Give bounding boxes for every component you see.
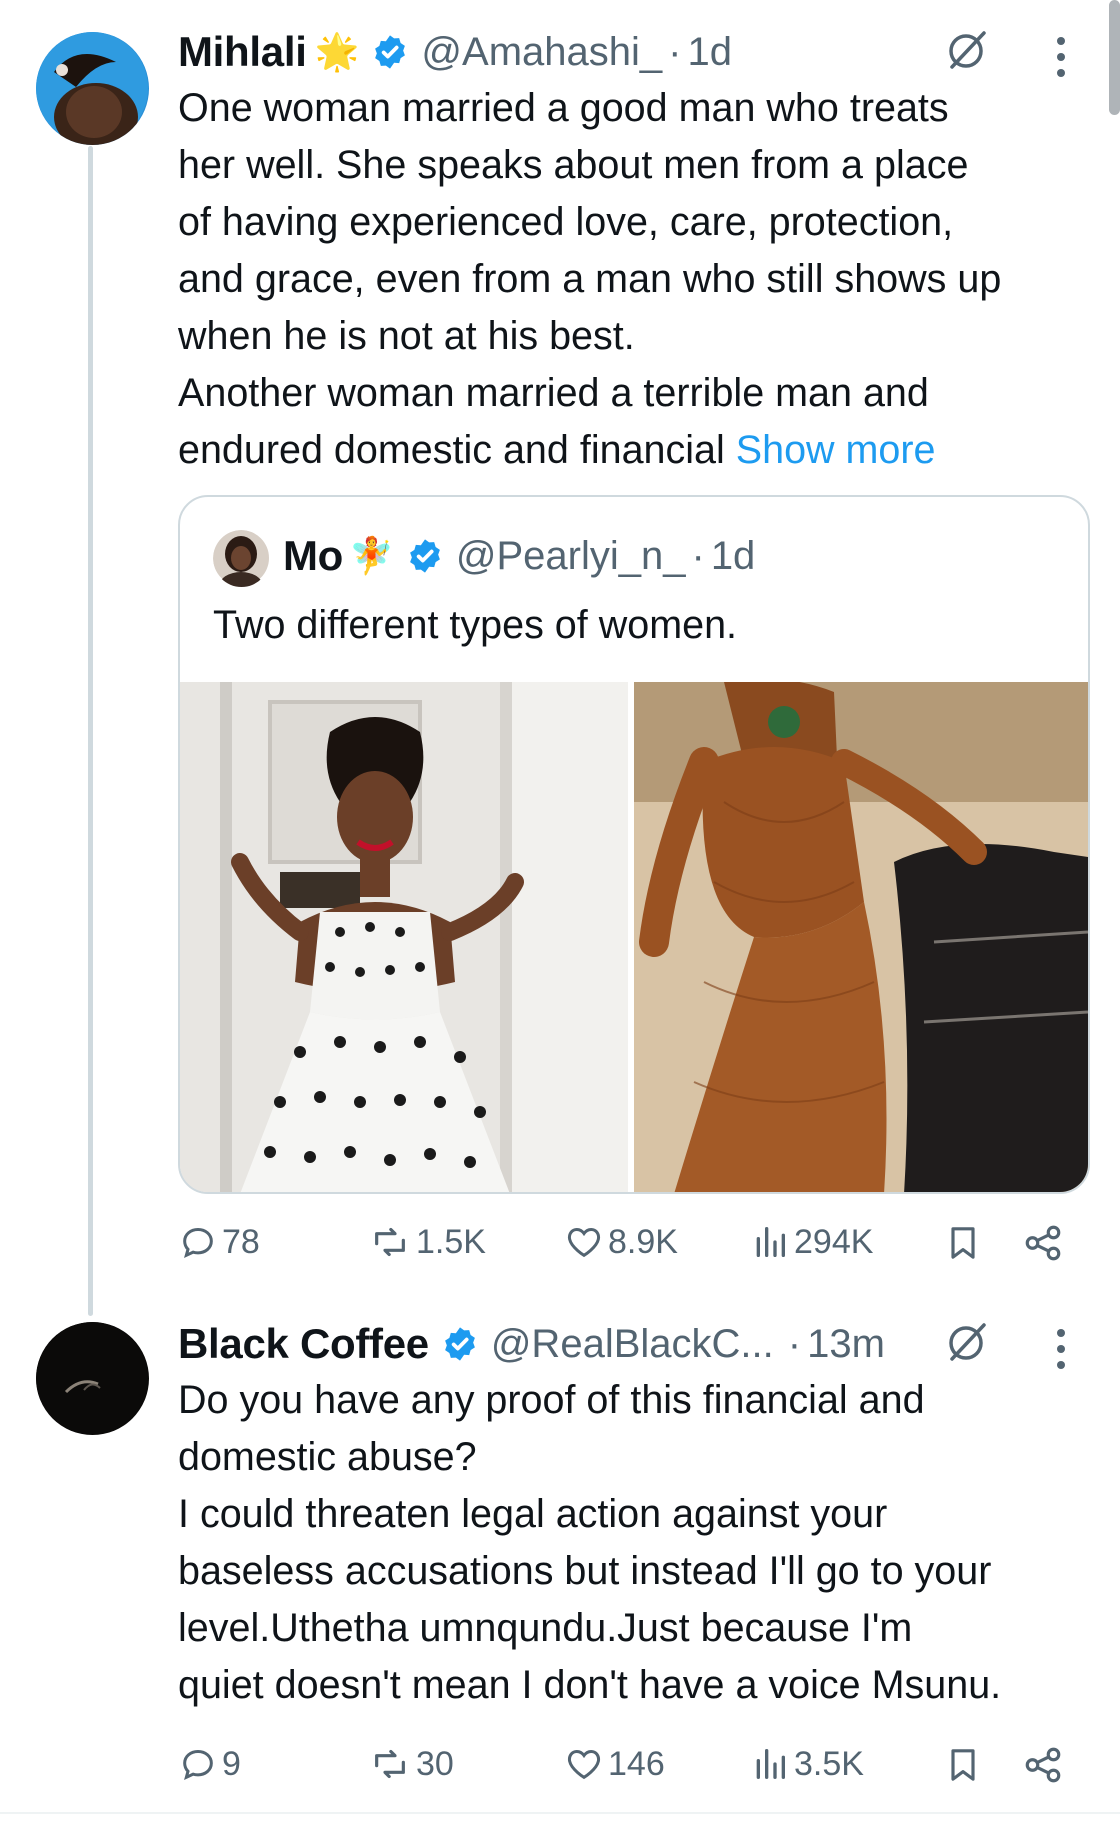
repost-count: 30 <box>416 1744 454 1783</box>
thread-connector-line <box>88 146 93 1316</box>
quote-timestamp[interactable]: 1d <box>711 534 756 579</box>
views-icon <box>756 1749 785 1779</box>
verified-badge-icon <box>444 1327 475 1361</box>
tweet1-header: Mihlali 🌟 @Amahashi_ · 1d <box>178 26 732 78</box>
views-button[interactable]: 3.5K <box>750 1744 864 1784</box>
tweet2-header: Black Coffee @RealBlackC... · 13m <box>178 1318 885 1370</box>
grok-icon[interactable] <box>944 1319 990 1365</box>
tweet-body: One woman married a good man who treats … <box>178 86 1002 472</box>
show-more-link[interactable]: Show more <box>736 428 936 472</box>
quote-avatar[interactable] <box>213 530 270 587</box>
views-count: 3.5K <box>794 1744 864 1783</box>
share-icon[interactable] <box>1022 1744 1064 1786</box>
repost-button[interactable]: 1.5K <box>368 1222 486 1262</box>
like-button[interactable]: 146 <box>564 1744 665 1784</box>
quote-author-handle[interactable]: @Pearlyi_n_ <box>456 534 686 579</box>
quote-image-left[interactable] <box>180 682 628 1192</box>
more-options-icon[interactable] <box>1057 1329 1067 1369</box>
tweet2-text: Do you have any proof of this financial … <box>178 1378 1002 1707</box>
divider <box>0 1812 1120 1814</box>
repost-count: 1.5K <box>416 1222 486 1261</box>
reply-count: 78 <box>222 1222 260 1261</box>
separator-dot: · <box>691 533 705 578</box>
timestamp[interactable]: 1d <box>687 30 732 75</box>
verified-badge-icon <box>409 539 440 573</box>
author-handle[interactable]: @Amahashi_ <box>421 30 662 75</box>
like-icon <box>567 1227 601 1258</box>
quote-name-emoji: 🧚 <box>349 535 394 576</box>
author-name[interactable]: Black Coffee <box>178 1320 429 1368</box>
avatar[interactable] <box>36 32 149 145</box>
quote-text: Two different types of women. <box>213 603 738 647</box>
like-button[interactable]: 8.9K <box>564 1222 678 1262</box>
views-button[interactable]: 294K <box>750 1222 873 1262</box>
repost-icon <box>375 1227 405 1257</box>
quote-image-right[interactable] <box>634 682 1088 1192</box>
reply-icon <box>183 1227 213 1259</box>
author-handle[interactable]: @RealBlackC... <box>491 1322 774 1367</box>
reply-count: 9 <box>222 1744 241 1783</box>
name-emoji: 🌟 <box>314 31 360 72</box>
quote-author-name[interactable]: Mo <box>283 532 343 580</box>
verified-badge-icon <box>375 35 406 69</box>
grok-icon[interactable] <box>944 27 990 73</box>
reply-button[interactable]: 9 <box>178 1744 241 1784</box>
like-icon <box>567 1749 601 1780</box>
quoted-tweet-card[interactable]: Mo 🧚 @Pearlyi_n_ · 1d Two different type… <box>178 495 1090 1194</box>
bookmark-icon[interactable] <box>943 1222 983 1264</box>
views-count: 294K <box>794 1222 874 1261</box>
views-icon <box>756 1227 785 1257</box>
reply-button[interactable]: 78 <box>178 1222 260 1262</box>
quote-header: Mo 🧚 @Pearlyi_n_ · 1d <box>283 530 755 582</box>
more-options-icon[interactable] <box>1057 37 1067 77</box>
avatar[interactable] <box>36 1322 149 1435</box>
reply-icon <box>183 1749 213 1781</box>
repost-button[interactable]: 30 <box>368 1744 454 1784</box>
like-count: 8.9K <box>608 1222 678 1261</box>
author-name[interactable]: Mihlali <box>178 28 307 76</box>
separator-dot: · <box>787 1321 802 1366</box>
like-count: 146 <box>608 1744 665 1783</box>
share-icon[interactable] <box>1022 1222 1064 1264</box>
separator-dot: · <box>668 29 682 74</box>
tweet1-text: One woman married a good man who treats … <box>178 80 1098 479</box>
bookmark-icon[interactable] <box>943 1744 983 1786</box>
scrollbar-thumb[interactable] <box>1109 0 1120 115</box>
repost-icon <box>375 1749 405 1779</box>
timestamp[interactable]: 13m <box>807 1322 885 1367</box>
